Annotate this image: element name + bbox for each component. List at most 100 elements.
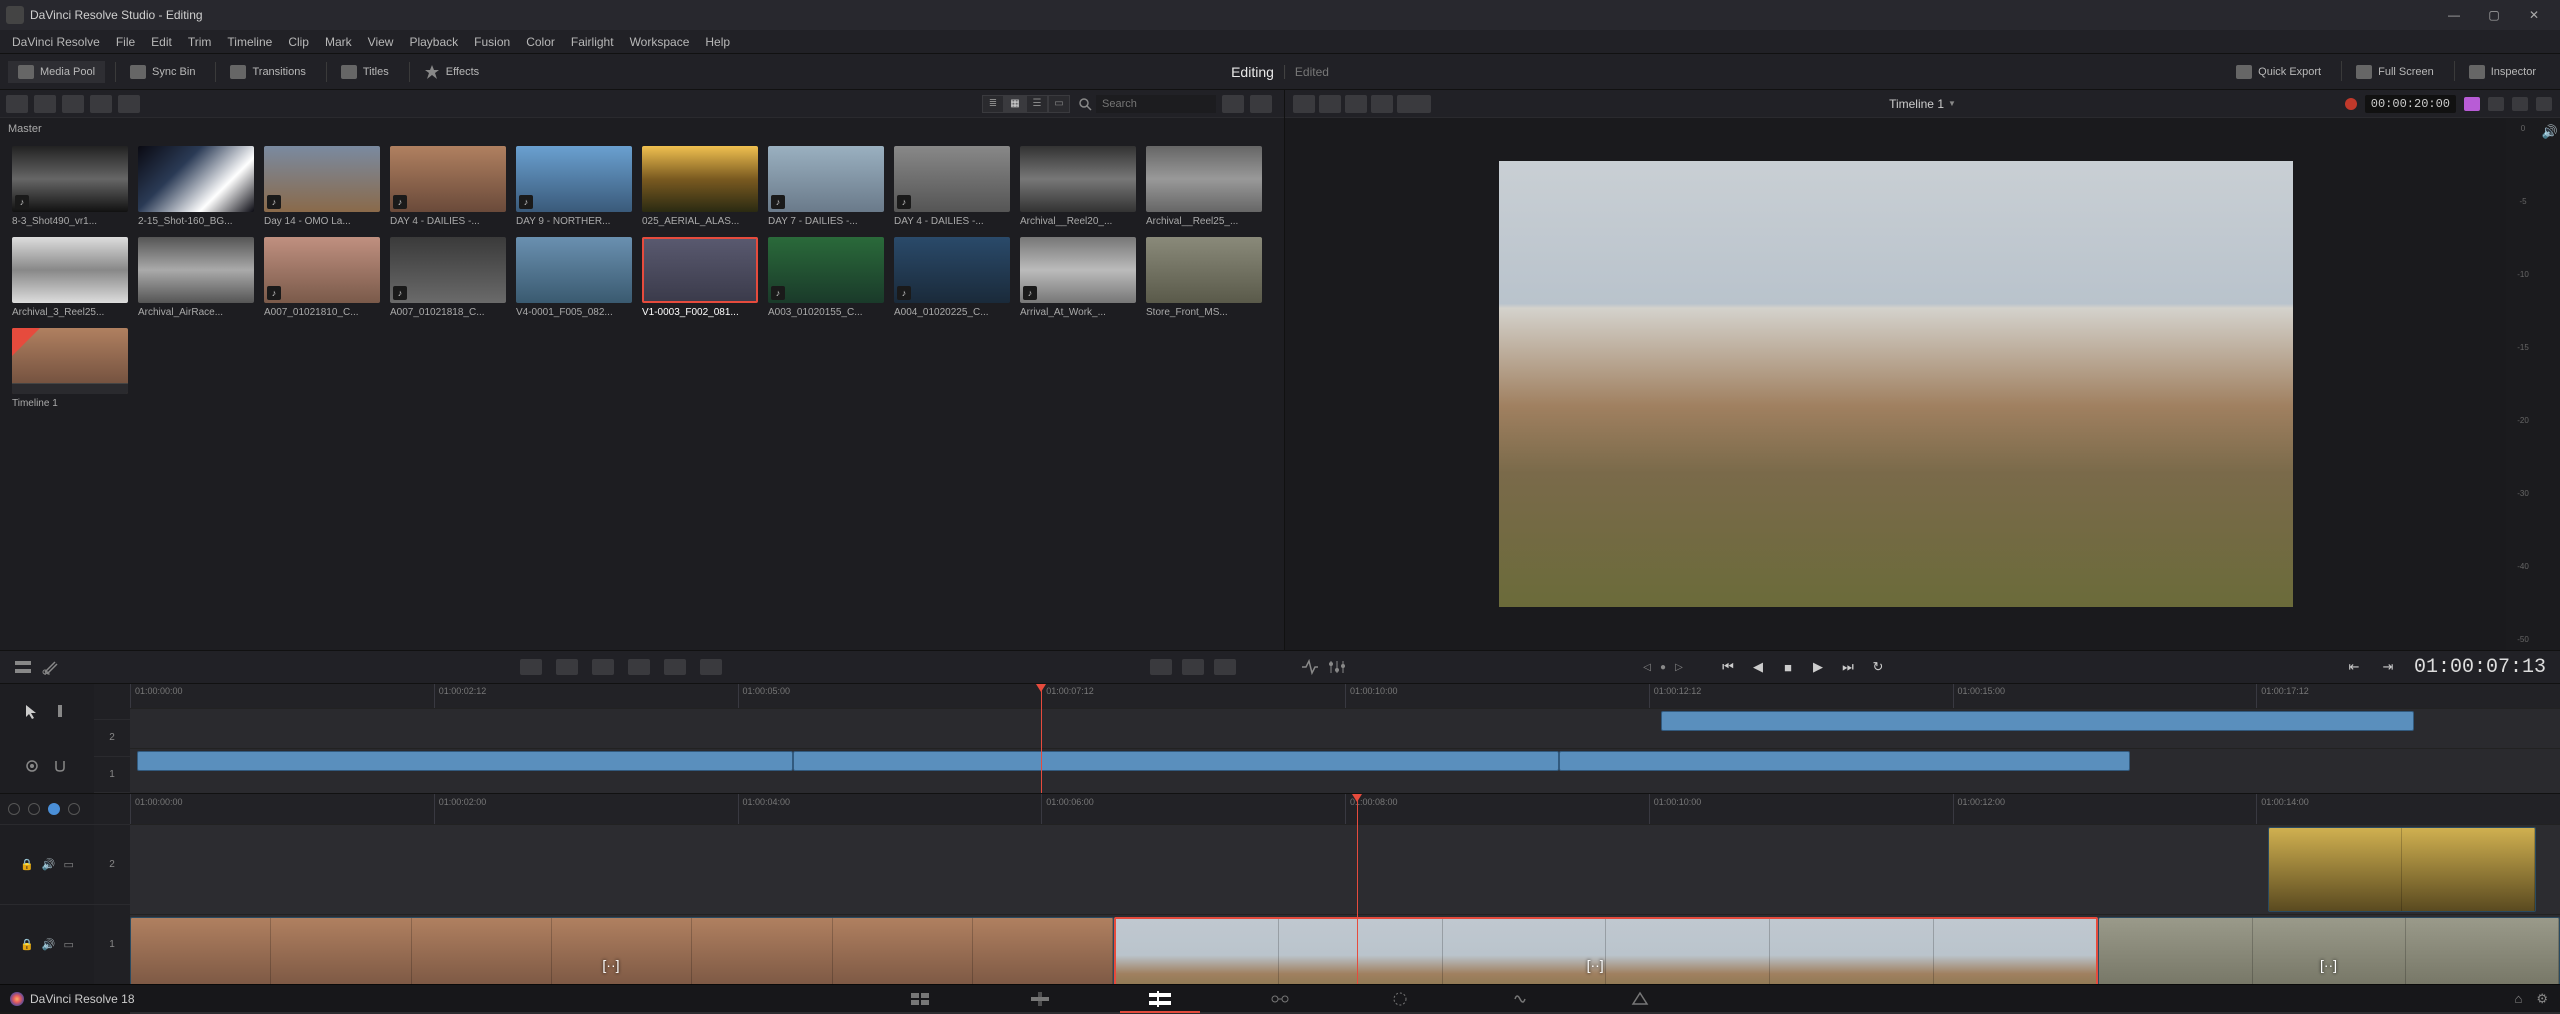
media-clip[interactable]: ♪A007_01021810_C...: [264, 237, 380, 318]
sort-button[interactable]: [1222, 95, 1244, 113]
append-button[interactable]: [556, 659, 578, 675]
sync-bin-toggle[interactable]: Sync Bin: [120, 61, 205, 83]
marker-color[interactable]: [2464, 97, 2480, 111]
mini-ruler[interactable]: 01:00:00:0001:00:02:1201:00:05:0001:00:0…: [130, 684, 2560, 708]
menu-clip[interactable]: Clip: [280, 35, 317, 49]
step-back-button[interactable]: ◀: [1746, 657, 1770, 677]
options-button[interactable]: [1250, 95, 1272, 113]
search-input[interactable]: [1096, 95, 1216, 113]
media-clip[interactable]: ♪DAY 7 - DAILIES -...: [768, 146, 884, 227]
menu-help[interactable]: Help: [697, 35, 738, 49]
tools-3[interactable]: [1214, 659, 1236, 675]
center-nav[interactable]: ●: [1656, 660, 1670, 674]
overview-clip[interactable]: [1559, 751, 2130, 771]
page-edit[interactable]: [1100, 985, 1220, 1013]
maximize-button[interactable]: ▢: [2474, 0, 2514, 30]
trim-tool[interactable]: [52, 703, 70, 719]
page-fusion[interactable]: [1220, 985, 1340, 1013]
viewer-title[interactable]: Timeline 1 ▼: [1889, 97, 1956, 111]
lock-icon[interactable]: 🔒: [20, 938, 34, 951]
media-clip[interactable]: Archival__Reel20_...: [1020, 146, 1136, 227]
import-folder-button[interactable]: [62, 95, 84, 113]
effects-icon[interactable]: [118, 95, 140, 113]
timeline-view-options[interactable]: [14, 659, 32, 675]
page-cut[interactable]: [980, 985, 1100, 1013]
overview-clip[interactable]: [793, 751, 1558, 771]
menu-view[interactable]: View: [360, 35, 402, 49]
track-header-v1[interactable]: 🔒 🔊 ▭: [0, 904, 94, 984]
viewer-mode-4[interactable]: [1371, 95, 1393, 113]
loop-button[interactable]: ↻: [1866, 657, 1890, 677]
audio-sync-dot[interactable]: [8, 803, 20, 815]
timeline-clip[interactable]: [2268, 827, 2535, 912]
main-ruler[interactable]: 01:00:00:0001:00:02:0001:00:04:0001:00:0…: [130, 794, 2560, 824]
viewer-option-2[interactable]: [2512, 97, 2528, 111]
page-deliver[interactable]: [1580, 985, 1700, 1013]
media-clip[interactable]: Store_Front_MS...: [1146, 237, 1262, 318]
import-media-button[interactable]: [34, 95, 56, 113]
place-on-top-button[interactable]: [664, 659, 686, 675]
metadata-view[interactable]: ≣: [982, 95, 1004, 113]
page-fairlight[interactable]: [1460, 985, 1580, 1013]
mini-playhead[interactable]: [1041, 684, 1042, 793]
media-clip[interactable]: 2-15_Shot-160_BG...: [138, 146, 254, 227]
mini-lane-1[interactable]: [130, 748, 2560, 788]
prev-nav[interactable]: ◁: [1640, 660, 1654, 674]
home-button[interactable]: ⌂: [2514, 991, 2522, 1007]
media-clip[interactable]: ♪DAY 4 - DAILIES -...: [390, 146, 506, 227]
step-forward-button[interactable]: ⏭: [1836, 657, 1860, 677]
menu-timeline[interactable]: Timeline: [219, 35, 280, 49]
menu-playback[interactable]: Playback: [401, 35, 466, 49]
transitions-toggle[interactable]: Transitions: [220, 61, 315, 83]
close-button[interactable]: ✕: [2514, 0, 2554, 30]
mute-icon[interactable]: 🔊: [42, 858, 56, 871]
video-lock-dot[interactable]: [28, 803, 40, 815]
media-pool-toggle[interactable]: Media Pool: [8, 61, 105, 83]
menu-fusion[interactable]: Fusion: [466, 35, 518, 49]
menu-trim[interactable]: Trim: [180, 35, 220, 49]
viewer-mode-2[interactable]: [1319, 95, 1341, 113]
bypass-button[interactable]: [2536, 97, 2552, 111]
video-lane-2[interactable]: [130, 824, 2560, 914]
viewer-mode-1[interactable]: [1293, 95, 1315, 113]
menu-fairlight[interactable]: Fairlight: [563, 35, 622, 49]
media-clip[interactable]: V4-0001_F005_082...: [516, 237, 632, 318]
smart-insert-button[interactable]: [520, 659, 542, 675]
sync-lock-icon[interactable]: [24, 758, 42, 774]
menu-edit[interactable]: Edit: [143, 35, 180, 49]
project-settings-button[interactable]: ⚙: [2536, 991, 2548, 1007]
track-v2-number[interactable]: 2: [94, 824, 130, 904]
snap-icon[interactable]: [52, 758, 70, 774]
media-clip[interactable]: Archival_AirRace...: [138, 237, 254, 318]
list-view[interactable]: ☰: [1026, 95, 1048, 113]
ripple-overwrite-button[interactable]: [592, 659, 614, 675]
play-button[interactable]: ▶: [1806, 657, 1830, 677]
clip-handle-icon[interactable]: [··]: [602, 957, 619, 973]
full-screen-button[interactable]: Full Screen: [2346, 61, 2444, 83]
media-clip[interactable]: ♪Day 14 - OMO La...: [264, 146, 380, 227]
viewer-timecode[interactable]: 00:00:20:00: [2365, 95, 2456, 113]
media-clip[interactable]: V1-0003_F002_081...: [642, 237, 758, 318]
sync-icon[interactable]: [90, 95, 112, 113]
jump-first-button[interactable]: ⏮: [1716, 657, 1740, 677]
marker-dot[interactable]: [68, 803, 80, 815]
lock-icon[interactable]: 🔒: [20, 858, 34, 871]
clip-handle-icon[interactable]: [··]: [2320, 957, 2337, 973]
media-clip[interactable]: ♪DAY 4 - DAILIES -...: [894, 146, 1010, 227]
overview-clip[interactable]: [1661, 711, 2414, 731]
media-clip[interactable]: ♪A007_01021818_C...: [390, 237, 506, 318]
mini-track-canvas[interactable]: 01:00:00:0001:00:02:1201:00:05:0001:00:0…: [130, 684, 2560, 793]
media-clip[interactable]: ♪8-3_Shot490_vr1...: [12, 146, 128, 227]
mini-lane-2[interactable]: [130, 708, 2560, 748]
page-media[interactable]: [860, 985, 980, 1013]
tools-1[interactable]: [1150, 659, 1172, 675]
media-clip[interactable]: Archival_3_Reel25...: [12, 237, 128, 318]
media-clip[interactable]: ♪DAY 9 - NORTHER...: [516, 146, 632, 227]
master-timecode[interactable]: 01:00:07:13: [2414, 656, 2546, 679]
breadcrumb[interactable]: Master: [0, 118, 1284, 140]
page-color[interactable]: [1340, 985, 1460, 1013]
close-up-button[interactable]: [628, 659, 650, 675]
main-timeline-canvas[interactable]: 01:00:00:0001:00:02:0001:00:04:0001:00:0…: [130, 794, 2560, 984]
quick-export-button[interactable]: Quick Export: [2226, 61, 2331, 83]
inspector-toggle[interactable]: Inspector: [2459, 61, 2546, 83]
